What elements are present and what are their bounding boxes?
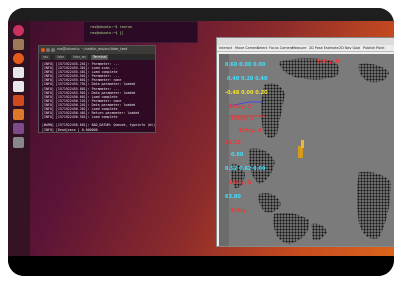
settings-icon[interactable] — [13, 95, 24, 106]
launcher — [8, 21, 30, 256]
terminal-line: [INFO] [Dead]ease ] 0.000000 — [42, 128, 98, 132]
map-label: Entry: 0 — [317, 59, 340, 65]
tool-focus-camera[interactable]: Focus Camera — [269, 46, 293, 50]
terminal-prompt-area[interactable]: [WARN] [1571922456.601]: BAD_DATUM: Queu… — [39, 120, 156, 132]
terminal-line: [WARN] [1571922456.601]: BAD_DATUM: Queu… — [42, 123, 156, 127]
map-label: Entry: 1 — [231, 116, 254, 122]
occupancy-map — [219, 54, 391, 246]
files-icon[interactable] — [13, 39, 24, 50]
terminal-line: [INFO] [1571922455.701]: Data parameter:… — [42, 82, 136, 87]
terminal-tab[interactable]: lidar — [55, 55, 67, 60]
terminal-icon[interactable] — [13, 81, 24, 92]
terminal-tab[interactable]: Terminal — [91, 55, 109, 60]
map-label: 0.60 0.00 0.00 — [225, 62, 266, 68]
software-icon[interactable] — [13, 109, 24, 120]
tool-interact[interactable]: Interact — [219, 46, 232, 50]
close-icon[interactable] — [41, 48, 45, 52]
map-label: 0.00 — [231, 152, 244, 158]
tool-2d-nav-goal[interactable]: 2D Nav Goal — [339, 46, 360, 50]
map-view[interactable]: Entry: 0 0.60 0.00 0.00 0.40 0.20 0.40 -… — [219, 54, 394, 246]
bottom-bezel — [8, 256, 394, 276]
map-label: 0.52 0.62 0.00 — [225, 166, 266, 172]
terminal-tabs: ros lidar lidar_ws Terminal — [39, 54, 155, 60]
tool-select[interactable]: Select — [257, 46, 267, 50]
desktop: ros@ubuntu:~$ rosrun ros@ubuntu:~$ [] ro… — [8, 8, 394, 256]
screen-frame: ros@ubuntu:~$ rosrun ros@ubuntu:~$ [] ro… — [8, 8, 394, 276]
visualizer-titlebar[interactable] — [217, 38, 394, 45]
terminal-tab[interactable]: lidar_ws — [71, 55, 88, 60]
top-panel — [8, 8, 394, 21]
terminal-window[interactable]: ros@ubuntu: ~/catkin_ws/src/lidar_test r… — [38, 45, 156, 133]
tool-move-camera[interactable]: Move Camera — [235, 46, 258, 50]
tool-2d-pose-estimate[interactable]: 2D Pose Estimate — [309, 46, 339, 50]
map-label: -39.15 — [223, 140, 241, 146]
maximize-icon[interactable] — [51, 48, 55, 52]
terminal-output: [INFO] [1571922455.201]: Parameter: ...[… — [42, 62, 139, 119]
visualizer-toolbar: Interact Move Camera Select Focus Camera… — [217, 45, 394, 52]
ubuntu-icon[interactable] — [13, 25, 24, 36]
background-terminal-window[interactable]: ros@ubuntu:~$ rosrun ros@ubuntu:~$ [] — [83, 21, 198, 43]
text-editor-icon[interactable] — [13, 67, 24, 78]
terminal-titlebar[interactable]: ros@ubuntu: ~/catkin_ws/src/lidar_test — [39, 46, 155, 54]
map-label: Entry: 2 — [229, 104, 252, 110]
calculator-icon[interactable] — [13, 123, 24, 134]
firefox-icon[interactable] — [13, 53, 24, 64]
terminal-line: ros@ubuntu:~$ [] — [90, 31, 124, 35]
terminal-line: ros@ubuntu:~$ rosrun — [90, 25, 133, 29]
minimize-icon[interactable] — [46, 48, 50, 52]
map-label: -0.48 0.00 0.20 — [225, 90, 268, 96]
terminal-line: [INFO] [1571922456.501]: Load complete — [42, 115, 118, 120]
map-label: Entry — [231, 208, 247, 214]
terminal-title: ros@ubuntu: ~/catkin_ws/src/lidar_test — [57, 47, 128, 51]
terminal-tab[interactable]: ros — [41, 55, 50, 60]
visualizer-window[interactable]: Interact Move Camera Select Focus Camera… — [216, 37, 394, 247]
trash-icon[interactable] — [13, 137, 24, 148]
map-label: 63.80 — [225, 194, 241, 200]
map-label: Entry: 4 — [239, 128, 262, 134]
map-label: 0.40 0.20 0.40 — [227, 76, 268, 82]
tool-measure[interactable]: Measure — [292, 46, 306, 50]
map-label: Entry: 5 — [229, 180, 252, 186]
tool-publish-point[interactable]: Publish Point — [363, 46, 385, 50]
